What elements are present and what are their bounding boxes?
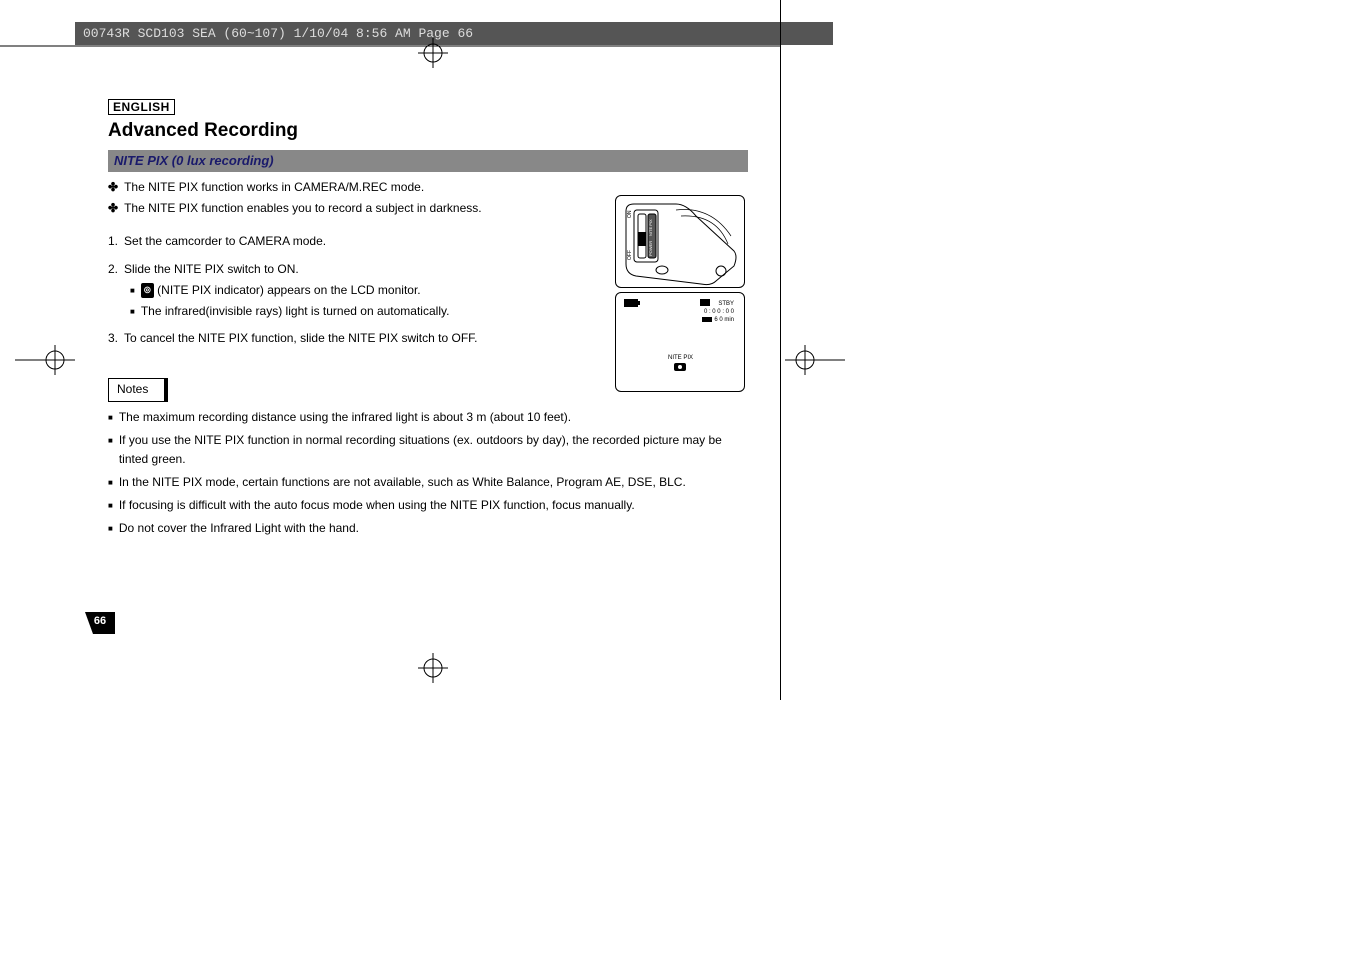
step-number: 1.: [108, 232, 118, 251]
language-badge: ENGLISH: [108, 99, 175, 115]
step-number: 3.: [108, 329, 118, 348]
bullet-square-icon: ■: [130, 306, 135, 319]
note-text: If you use the NITE PIX function in norm…: [119, 431, 748, 469]
print-header: 00743R SCD103 SEA (60~107) 1/10/04 8:56 …: [75, 22, 833, 45]
page-number: 66: [85, 615, 115, 627]
nitepix-indicator-icon: [674, 363, 686, 371]
lcd-nitepix-label: NITE PIX: [668, 355, 693, 361]
step-text: Slide the NITE PIX switch to ON.: [124, 260, 299, 279]
figure-camcorder-switch: ON OFF POWER NITE PIX: [615, 195, 745, 288]
battery-icon: [624, 299, 640, 307]
page-title: Advanced Recording: [108, 120, 748, 142]
sub-step-text: (NITE PIX indicator) appears on the LCD …: [157, 283, 420, 297]
bullet-square-icon: ■: [108, 435, 113, 448]
bullet-square-icon: ■: [130, 285, 135, 298]
bullet-square-icon: ■: [108, 477, 113, 490]
register-mark-top: [418, 38, 448, 73]
switch-label-nitepix: NITE PIX: [648, 219, 653, 236]
nitepix-indicator-icon: ◎: [141, 283, 154, 298]
intro-line: The NITE PIX function works in CAMERA/M.…: [124, 178, 424, 197]
switch-label-power: POWER: [648, 241, 653, 256]
note-text: The maximum recording distance using the…: [119, 408, 571, 427]
notes-label: Notes: [108, 378, 168, 401]
page-number-badge: 66: [85, 612, 115, 634]
bullet-square-icon: ■: [108, 412, 113, 425]
section-heading: NITE PIX (0 lux recording): [114, 153, 274, 168]
bullet-square-icon: ■: [108, 523, 113, 536]
lcd-stby-label: STBY: [718, 301, 734, 307]
lcd-time-label: 0 : 0 0 : 0 0: [704, 309, 734, 315]
lcd-min-label: 6 0 min: [702, 317, 734, 323]
step-text: To cancel the NITE PIX function, slide t…: [124, 329, 477, 348]
page-cut-horizontal: [0, 45, 780, 47]
note-text: In the NITE PIX mode, certain functions …: [119, 473, 686, 492]
step-number: 2.: [108, 260, 118, 279]
note-text: Do not cover the Infrared Light with the…: [119, 519, 359, 538]
bullet-plus-icon: ✤: [108, 199, 118, 218]
intro-line: The NITE PIX function enables you to rec…: [124, 199, 482, 218]
register-mark-bottom: [418, 653, 448, 688]
sub-step-text: The infrared(invisible rays) light is tu…: [141, 302, 450, 321]
tape-icon: [700, 299, 710, 306]
switch-label-off: OFF: [627, 250, 633, 260]
tape-remaining-icon: [702, 317, 712, 322]
switch-label-on: ON: [627, 210, 633, 218]
register-mark-left: [15, 345, 75, 380]
bullet-square-icon: ■: [108, 500, 113, 513]
bullet-plus-icon: ✤: [108, 178, 118, 197]
sub-step: ◎ (NITE PIX indicator) appears on the LC…: [141, 281, 421, 300]
step-text: Set the camcorder to CAMERA mode.: [124, 232, 326, 251]
section-heading-bar: NITE PIX (0 lux recording): [108, 150, 748, 172]
note-text: If focusing is difficult with the auto f…: [119, 496, 635, 515]
figure-lcd-display: STBY 0 : 0 0 : 0 0 6 0 min NITE PIX: [615, 292, 745, 392]
page-cut-vertical: [780, 0, 781, 700]
register-mark-right: [785, 345, 845, 380]
